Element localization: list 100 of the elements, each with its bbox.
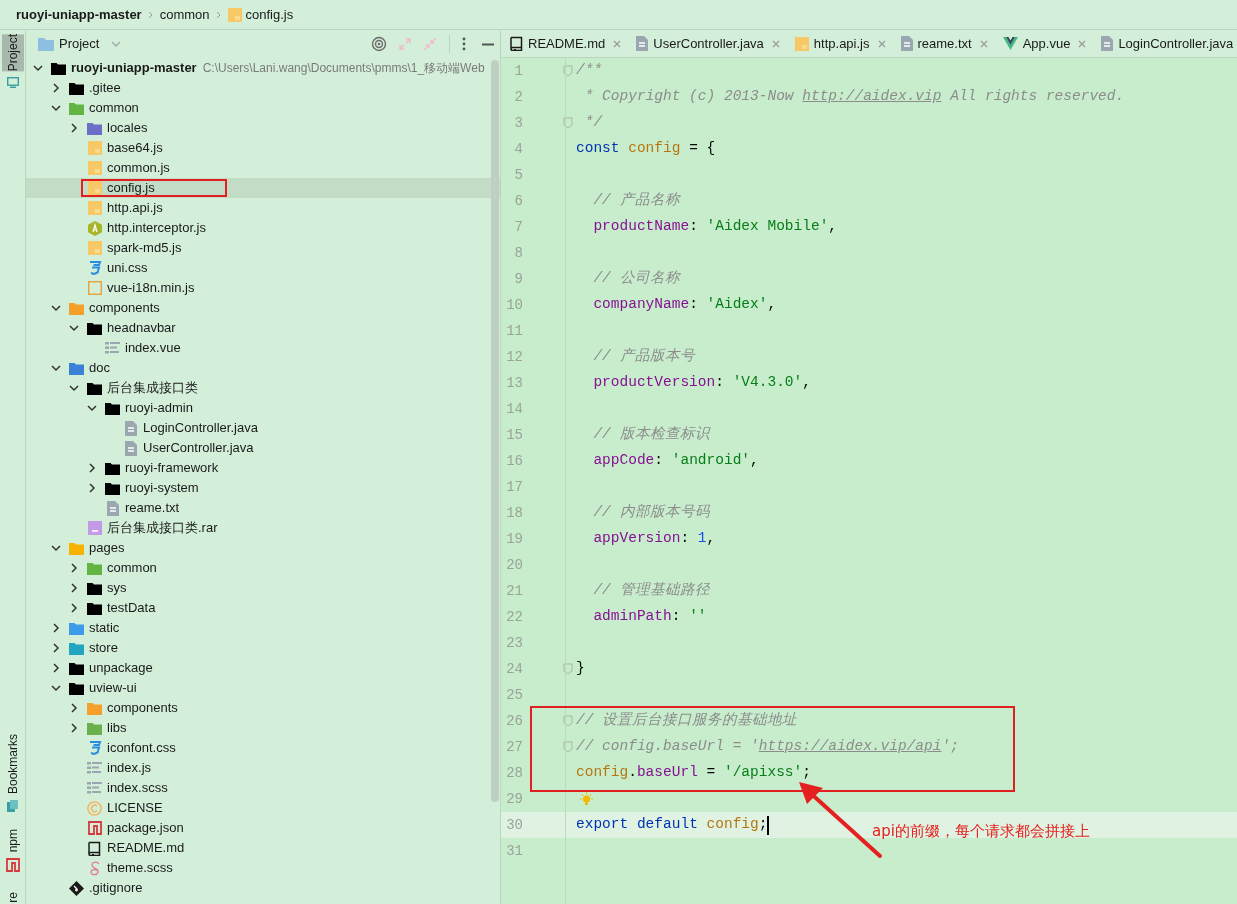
- folder-icon: [69, 361, 84, 375]
- tool-window-tab[interactable]: Bookmarks: [2, 734, 24, 795]
- tree-item[interactable]: http.interceptor.js: [26, 218, 500, 238]
- fold-marker-icon[interactable]: [563, 715, 573, 727]
- tree-item[interactable]: pages: [26, 538, 500, 558]
- chevron-right-icon[interactable]: [68, 562, 80, 574]
- tree-item[interactable]: index.scss: [26, 778, 500, 798]
- tree-item[interactable]: .gitignore: [26, 878, 500, 898]
- minimize-icon[interactable]: [482, 42, 494, 46]
- editor-tab[interactable]: README.md: [501, 30, 628, 57]
- tree-item[interactable]: .gitee: [26, 78, 500, 98]
- chevron-right-icon[interactable]: [50, 662, 62, 674]
- monitor-icon[interactable]: [7, 77, 19, 89]
- target-icon[interactable]: [371, 36, 387, 52]
- tree-item[interactable]: headnavbar: [26, 318, 500, 338]
- editor-tab[interactable]: UserController.java: [627, 30, 786, 57]
- chevron-down-icon[interactable]: [50, 542, 62, 554]
- chevron-right-icon[interactable]: [68, 602, 80, 614]
- tree-item[interactable]: sys: [26, 578, 500, 598]
- tree-item[interactable]: ruoyi-admin: [26, 398, 500, 418]
- tree-item[interactable]: uview-ui: [26, 678, 500, 698]
- tree-item[interactable]: ruoyi-system: [26, 478, 500, 498]
- chevron-right-icon[interactable]: [68, 122, 80, 134]
- tree-item[interactable]: theme.scss: [26, 858, 500, 878]
- code-line: // 产品版本号: [592, 347, 695, 367]
- tree-item[interactable]: components: [26, 298, 500, 318]
- chevron-right-icon[interactable]: [50, 622, 62, 634]
- chevron-down-icon[interactable]: [50, 682, 62, 694]
- chevron-down-icon[interactable]: [86, 402, 98, 414]
- fold-marker-icon[interactable]: [563, 741, 573, 753]
- tree-item[interactable]: http.api.js: [26, 198, 500, 218]
- tree-item[interactable]: testData: [26, 598, 500, 618]
- tree-item[interactable]: reame.txt: [26, 498, 500, 518]
- tree-item[interactable]: static: [26, 618, 500, 638]
- chevron-down-icon[interactable]: [32, 62, 44, 74]
- folder-icon: [69, 101, 84, 115]
- fold-marker-icon[interactable]: [563, 117, 573, 129]
- tree-item[interactable]: index.js: [26, 758, 500, 778]
- line-number: 16: [505, 451, 523, 471]
- code-line: */: [583, 113, 603, 133]
- chevron-down-icon[interactable]: [68, 382, 80, 394]
- tree-item[interactable]: components: [26, 698, 500, 718]
- breadcrumb-item[interactable]: config.js: [227, 4, 294, 25]
- tree-item[interactable]: locales: [26, 118, 500, 138]
- tree-item[interactable]: 后台集成接口类.rar: [26, 518, 500, 538]
- chevron-down-icon[interactable]: [50, 302, 62, 314]
- editor-tab[interactable]: reame.txt: [891, 30, 994, 57]
- scrollbar[interactable]: [491, 60, 499, 802]
- breadcrumb-item[interactable]: ruoyi-uniapp-master: [16, 4, 142, 25]
- line-number: 4: [513, 139, 523, 159]
- chevron-right-icon[interactable]: [50, 82, 62, 94]
- chevron-right-icon[interactable]: [68, 702, 80, 714]
- editor-tab[interactable]: LoginController.java: [1092, 30, 1237, 57]
- line-number: 1: [513, 61, 523, 81]
- tree-item[interactable]: UserController.java: [26, 438, 500, 458]
- tree-item[interactable]: doc: [26, 358, 500, 378]
- tree-item[interactable]: README.md: [26, 838, 500, 858]
- tool-window-tab[interactable]: re: [2, 892, 24, 903]
- tree-item[interactable]: store: [26, 638, 500, 658]
- chevron-down-icon[interactable]: [50, 362, 62, 374]
- editor-tab[interactable]: App.vue: [993, 30, 1093, 57]
- tree-item[interactable]: LICENSE: [26, 798, 500, 818]
- tree-item[interactable]: index.vue: [26, 338, 500, 358]
- chevron-right-icon[interactable]: [86, 462, 98, 474]
- chevron-down-icon[interactable]: [50, 102, 62, 114]
- chevron-down-icon[interactable]: [68, 322, 80, 334]
- tree-item[interactable]: uni.css: [26, 258, 500, 278]
- folder-icon: [38, 37, 54, 51]
- tree-item[interactable]: ruoyi-framework: [26, 458, 500, 478]
- chevron-right-icon[interactable]: [50, 642, 62, 654]
- tree-item[interactable]: common: [26, 558, 500, 578]
- tool-window-tab[interactable]: npm: [2, 829, 24, 853]
- tool-window-tab[interactable]: Project: [2, 34, 24, 72]
- more-icon[interactable]: [462, 37, 466, 51]
- fold-marker-icon[interactable]: [563, 65, 573, 77]
- tree-item[interactable]: package.json: [26, 818, 500, 838]
- book-icon: [88, 840, 101, 856]
- tree-item[interactable]: common.js: [26, 158, 500, 178]
- tree-item[interactable]: config.js: [26, 178, 500, 198]
- tree-item[interactable]: ruoyi-uniapp-master C:\Users\Lani.wang\Documents\pmms\1_移动端Web: [26, 58, 500, 78]
- chevron-right-icon[interactable]: [86, 482, 98, 494]
- panel-title[interactable]: Project: [59, 34, 100, 54]
- breadcrumb-item[interactable]: common: [159, 4, 210, 25]
- tree-item[interactable]: LoginController.java: [26, 418, 500, 438]
- tree-item[interactable]: 后台集成接口类: [26, 378, 500, 398]
- tree-item[interactable]: unpackage: [26, 658, 500, 678]
- bookmark-icon[interactable]: [7, 800, 19, 813]
- tree-item[interactable]: iconfont.css: [26, 738, 500, 758]
- tree-item[interactable]: vue-i18n.min.js: [26, 278, 500, 298]
- chevron-right-icon[interactable]: [68, 582, 80, 594]
- lightbulb-icon[interactable]: [579, 791, 594, 807]
- editor-tab[interactable]: http.api.js: [785, 30, 892, 57]
- chevron-right-icon[interactable]: [68, 722, 80, 734]
- fold-marker-icon[interactable]: [563, 663, 573, 675]
- tree-item[interactable]: base64.js: [26, 138, 500, 158]
- line-number: 29: [505, 789, 523, 809]
- document-icon: [636, 36, 649, 51]
- tree-item[interactable]: spark-md5.js: [26, 238, 500, 258]
- tree-item[interactable]: libs: [26, 718, 500, 738]
- tree-item[interactable]: common: [26, 98, 500, 118]
